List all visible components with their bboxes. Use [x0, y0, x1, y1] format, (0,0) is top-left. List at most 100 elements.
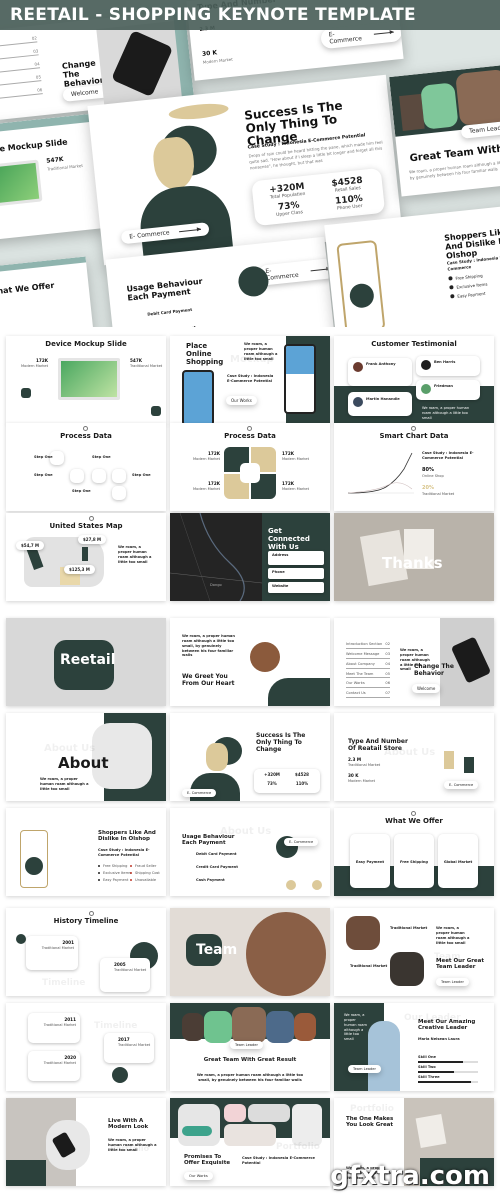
- slide-greet[interactable]: We roam, a proper human roam although a …: [170, 618, 330, 706]
- slide-cover[interactable]: Reetail: [6, 618, 166, 706]
- button-label: Our Works: [231, 398, 252, 403]
- slide-place-online[interactable]: Place Online Shopping We roam, a proper …: [170, 336, 330, 424]
- ghost-text: About Us: [44, 743, 96, 754]
- skill-bar: [418, 1071, 478, 1073]
- member-label: Traditional Market: [350, 964, 388, 968]
- phone-right: [284, 344, 316, 414]
- slide-title: Thanks: [382, 554, 443, 572]
- toc-item[interactable]: Contact Us 07: [346, 691, 390, 699]
- leader-photo: [346, 916, 380, 950]
- pill-label: E- Commerce: [187, 791, 212, 795]
- slide-team-leader[interactable]: Traditional Market Traditional Market We…: [334, 908, 494, 996]
- slide-connect[interactable]: Dongo Get Connected With Us Address Phon…: [170, 513, 330, 601]
- contact-field-address: Address: [268, 551, 324, 565]
- ecommerce-pill[interactable]: E- Commerce: [182, 789, 217, 797]
- slide-title: Device Mockup Slide: [45, 340, 127, 348]
- toc-item[interactable]: Introduction Section 02: [346, 642, 390, 649]
- slide-title: Meet Our Amazing Creative Leader: [418, 1019, 476, 1032]
- card-label: Easy Payment: [355, 860, 385, 864]
- toc-page: 03: [385, 651, 390, 656]
- slide-process-2[interactable]: Process Data 172K Modern Market 172K Moder…: [170, 423, 330, 511]
- toc-item[interactable]: Welcome Message 03: [346, 652, 390, 659]
- stat-block: 172K Modern Market: [188, 481, 220, 492]
- team-photo: [266, 1011, 294, 1043]
- slide-timeline-2[interactable]: 2011 Traditional Market 2020 Traditional M…: [6, 1003, 166, 1091]
- slide-contents[interactable]: Introduction Section 02 Welcome Message 03…: [334, 618, 494, 706]
- timeline-card: 2011 Traditional Market: [28, 1013, 80, 1043]
- slide-thanks[interactable]: Thanks: [334, 513, 494, 601]
- toc-item[interactable]: Our Works 06: [346, 681, 390, 689]
- toc-number: 04: [0, 61, 41, 74]
- like-item: Easy Payment: [98, 878, 128, 883]
- slide-shoppers[interactable]: Shoppers Like And Dislike In Olshop Case…: [6, 808, 166, 896]
- pill-label: E- Commerce: [128, 229, 170, 241]
- step-icon-box: [112, 486, 126, 500]
- toc-label: Meet The Team: [346, 671, 374, 676]
- welcome-button[interactable]: Welcome: [412, 684, 441, 693]
- slide-great-team[interactable]: Team Leader Great Team With Great Result…: [170, 1003, 330, 1091]
- slide-usage[interactable]: Usage Behaviour Each Payment About Us De…: [170, 808, 330, 896]
- slide-us-map[interactable]: United States Map $54,7 M $27,8 M $125,3…: [6, 513, 166, 601]
- toc-label: Our Works: [346, 681, 365, 686]
- team-leader-button[interactable]: Team Leader: [436, 978, 469, 986]
- slide-title: We Greet You From Our Heart: [182, 673, 235, 687]
- step-icon-box: [92, 469, 106, 483]
- stat-value: 547K: [45, 155, 64, 165]
- contact-field-website: Website: [268, 582, 324, 593]
- slide-title: Get Connected With Us: [268, 527, 310, 552]
- slide-history[interactable]: History Timeline 2001 Traditional Market …: [6, 908, 166, 996]
- hero-collage: REETAIL - SHOPPING KEYNOTE TEMPLATE 02 0…: [0, 0, 500, 327]
- ecommerce-pill[interactable]: E- Commerce: [284, 838, 319, 846]
- title-banner: REETAIL - SHOPPING KEYNOTE TEMPLATE: [0, 0, 500, 30]
- slide-device-mockup[interactable]: Device Mockup Slide 172K Modern Market 54…: [6, 336, 166, 424]
- ghost-text: Mockup: [230, 354, 274, 365]
- slide-offer[interactable]: What We Offer Easy Payment Free Shipping…: [334, 808, 494, 896]
- map-label: $54,7 M: [16, 541, 45, 550]
- ghost-text: Portfolio: [350, 1104, 394, 1114]
- toc-label: Welcome Message: [346, 651, 380, 656]
- stat-label: Modern Market: [193, 456, 220, 461]
- stat-upper-class: 73% Upper Class: [260, 199, 319, 220]
- toc-item[interactable]: Meet The Team 05: [346, 672, 390, 679]
- toc-item[interactable]: About Company 04: [346, 662, 390, 669]
- ecommerce-pill[interactable]: E- Commerce: [444, 781, 479, 789]
- map-label: $125,3 M: [64, 565, 95, 574]
- slide-testimonial[interactable]: Customer Testimonial Frank Anthony Ben H…: [334, 336, 494, 424]
- slide-title: Change The Behavior: [414, 663, 454, 677]
- stat-block: 20% Traditional Market: [422, 485, 454, 497]
- our-works-button[interactable]: Our Works: [184, 1172, 213, 1180]
- button-label: Welcome: [70, 88, 99, 99]
- slide-smart-chart[interactable]: Smart Chart Data Case Study : Indonesia …: [334, 423, 494, 511]
- stat-block: 172K Modern Market: [282, 481, 309, 492]
- slide-leader[interactable]: We roam, a proper human roam although a …: [334, 1003, 494, 1091]
- stat-label: Traditional Market: [348, 762, 381, 767]
- stat-label: Modern Market: [193, 486, 220, 491]
- stat-value: +320M: [264, 772, 280, 777]
- stat-block: 30 K Modern Market: [348, 773, 375, 784]
- team-leader-button[interactable]: Team Leader: [348, 1065, 381, 1073]
- our-works-button[interactable]: Our Works: [226, 396, 257, 405]
- dislike-item: Unavailable: [130, 878, 156, 883]
- like-label: Exclusive Items: [103, 871, 131, 875]
- slide-about[interactable]: About Us About We roam, a proper human r…: [6, 713, 166, 801]
- bullet-item: Exclusive Items: [449, 282, 488, 292]
- map-label: $27,8 M: [78, 535, 107, 544]
- slide-type-number[interactable]: Type And Number Of Reatail Store About U…: [334, 713, 494, 801]
- team-leader-badge[interactable]: Team Leader: [230, 1041, 263, 1049]
- timeline-entry: 2001 Traditional Market: [42, 940, 74, 951]
- slide-success[interactable]: Success Is The Only Thing To Change +320…: [170, 713, 330, 801]
- case-study: Case Study : Indonesia E-Commerce Potent…: [422, 451, 474, 460]
- slide-modern-look[interactable]: Live With A Modern Look We roam, a prope…: [6, 1098, 166, 1186]
- slide-title: Place Online Shopping: [186, 342, 224, 367]
- slide-process-1[interactable]: Process Data Step One Step One Step One …: [6, 423, 166, 511]
- slide-note: We roam, a proper human roam although a …: [118, 545, 152, 564]
- slide-title: About: [58, 754, 109, 772]
- testimonial-card: Martin Hanandie: [348, 392, 412, 416]
- field-label: Website: [272, 584, 289, 588]
- step-icon-box: [112, 469, 126, 483]
- button-label: Team Leader: [353, 1067, 376, 1071]
- bullet-label: Easy Payment: [457, 290, 486, 299]
- slide-team-cover[interactable]: Team: [170, 908, 330, 996]
- slide-promises[interactable]: Promises To Offer Exquisite Our Works Ca…: [170, 1098, 330, 1186]
- toc-number: 03: [0, 48, 39, 61]
